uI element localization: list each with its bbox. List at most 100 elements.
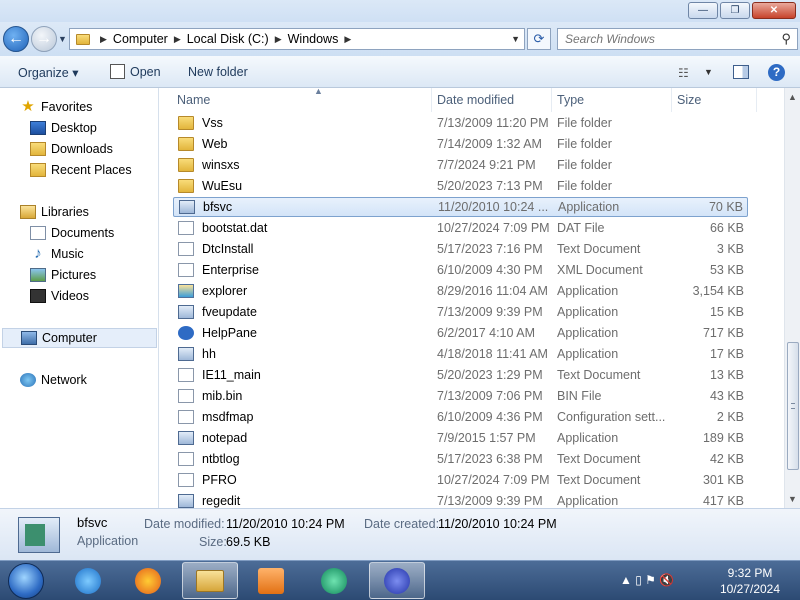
back-button[interactable]: ←	[3, 26, 29, 52]
breadcrumb-local-disk[interactable]: Local Disk (C:)	[187, 32, 269, 46]
clock[interactable]: 9:32 PM 10/27/2024	[710, 565, 790, 597]
file-type: File folder	[557, 137, 612, 151]
help-icon[interactable]: ?	[768, 64, 785, 81]
file-date-modified: 7/13/2009 7:06 PM	[437, 389, 543, 403]
search-box[interactable]: ⚲	[557, 28, 798, 50]
start-button[interactable]	[8, 563, 44, 599]
sidebar-item-libraries[interactable]: Libraries	[20, 202, 158, 222]
scroll-down-icon[interactable]: ▼	[788, 494, 797, 504]
taskbar-firefox[interactable]	[120, 562, 176, 599]
change-view-icon[interactable]: ☷	[678, 66, 689, 80]
sidebar-item-pictures[interactable]: Pictures	[30, 265, 158, 285]
file-row[interactable]: regedit 7/13/2009 9:39 PM Application 417 K…	[173, 491, 748, 508]
clock-time: 9:32 PM	[727, 566, 773, 580]
file-row[interactable]: PFRO 10/27/2024 7:09 PM Text Document 301 K…	[173, 470, 748, 490]
file-size: 189 KB	[702, 431, 744, 445]
file-date-modified: 6/10/2009 4:36 PM	[437, 410, 543, 424]
refresh-button[interactable]: ⟳	[527, 28, 551, 50]
file-row[interactable]: fveupdate 7/13/2009 9:39 PM Application 15 …	[173, 302, 748, 322]
breadcrumb-computer[interactable]: Computer	[113, 32, 168, 46]
view-options-dropdown[interactable]: ▼	[704, 67, 713, 77]
file-row[interactable]: hh 4/18/2018 11:41 AM Application 17 KB	[173, 344, 748, 364]
file-size: 417 KB	[702, 494, 744, 508]
file-type: Text Document	[557, 473, 641, 487]
sidebar-item-network[interactable]: Network	[20, 370, 158, 390]
minimize-button[interactable]: —	[688, 2, 718, 19]
file-size: 70 KB	[708, 200, 743, 214]
system-tray-icons[interactable]: ▲ ▯ ⚑ 🔇	[620, 573, 674, 587]
column-header-type[interactable]: Type	[557, 88, 672, 112]
file-row[interactable]: bfsvc 11/20/2010 10:24 ... Application 70 K…	[173, 197, 748, 217]
chevron-right-icon[interactable]: ▶	[174, 34, 181, 45]
forward-button[interactable]: →	[31, 26, 57, 52]
file-row[interactable]: WuEsu 5/20/2023 7:13 PM File folder	[173, 176, 748, 196]
address-dropdown-icon[interactable]: ▼	[511, 34, 520, 44]
document-icon	[178, 452, 194, 466]
file-row[interactable]: IE11_main 5/20/2023 1:29 PM Text Document 1…	[173, 365, 748, 385]
file-row[interactable]: ntbtlog 5/17/2023 6:38 PM Text Document 42 …	[173, 449, 748, 469]
search-icon[interactable]: ⚲	[781, 31, 791, 47]
application-icon	[178, 347, 194, 361]
maximize-button[interactable]: ❐	[720, 2, 750, 19]
file-row[interactable]: Vss 7/13/2009 11:20 PM File folder	[173, 113, 748, 133]
search-input[interactable]	[565, 29, 775, 49]
chevron-right-icon[interactable]: ▶	[100, 34, 107, 45]
explorer-icon	[178, 284, 194, 298]
taskbar-windows-explorer[interactable]	[182, 562, 238, 599]
help-icon	[178, 326, 194, 340]
document-icon	[178, 368, 194, 382]
file-row[interactable]: mib.bin 7/13/2009 7:06 PM BIN File 43 KB	[173, 386, 748, 406]
organize-button[interactable]: Organize ▾	[18, 65, 78, 80]
network-icon	[20, 373, 36, 387]
file-row[interactable]: notepad 7/9/2015 1:57 PM Application 189 KB	[173, 428, 748, 448]
sidebar-item-favorites[interactable]: ★ Favorites	[20, 97, 158, 117]
sidebar-item-videos[interactable]: Videos	[30, 286, 158, 306]
file-name: explorer	[202, 284, 248, 298]
new-folder-button[interactable]: New folder	[188, 65, 248, 79]
navigation-bar: ← → ▼ ▶ Computer ▶ Local Disk (C:) ▶ Win…	[0, 22, 800, 56]
open-button[interactable]: Open	[130, 65, 161, 79]
file-name: regedit	[202, 494, 241, 508]
file-row[interactable]: DtcInstall 5/17/2023 7:16 PM Text Document…	[173, 239, 748, 259]
column-header-name[interactable]: ▲ Name	[177, 88, 432, 112]
file-row[interactable]: bootstat.dat 10/27/2024 7:09 PM DAT File 66…	[173, 218, 748, 238]
file-row[interactable]: Web 7/14/2009 1:32 AM File folder	[173, 134, 748, 154]
taskbar-app-infinity[interactable]	[369, 562, 425, 599]
scroll-up-icon[interactable]: ▲	[788, 92, 797, 102]
sidebar-item-music[interactable]: ♪ Music	[30, 244, 158, 264]
sidebar-item-desktop[interactable]: Desktop	[30, 118, 158, 138]
scrollbar-thumb[interactable]	[787, 342, 799, 470]
file-row[interactable]: Enterprise 6/10/2009 4:30 PM XML Document 5…	[173, 260, 748, 280]
chevron-right-icon[interactable]: ▶	[275, 34, 282, 45]
column-header-date[interactable]: Date modified	[437, 88, 552, 112]
chevron-right-icon[interactable]: ▶	[344, 34, 351, 45]
taskbar-app-green[interactable]	[306, 562, 362, 599]
close-button[interactable]: ✕	[752, 2, 796, 19]
file-row[interactable]: explorer 8/29/2016 11:04 AM Application 3,1…	[173, 281, 748, 301]
address-bar[interactable]: ▶ Computer ▶ Local Disk (C:) ▶ Windows ▶…	[69, 28, 525, 50]
column-header-size[interactable]: Size	[677, 88, 757, 112]
breadcrumb-windows[interactable]: Windows	[288, 32, 339, 46]
file-row[interactable]: winsxs 7/7/2024 9:21 PM File folder	[173, 155, 748, 175]
sidebar-item-recent-places[interactable]: Recent Places	[30, 160, 158, 180]
sidebar-item-documents[interactable]: Documents	[30, 223, 158, 243]
computer-icon	[21, 331, 37, 345]
sidebar-item-label: Downloads	[51, 142, 113, 156]
taskbar-media-player[interactable]	[243, 562, 299, 599]
file-size: 42 KB	[709, 452, 744, 466]
file-date-modified: 7/13/2009 11:20 PM	[437, 116, 549, 130]
sidebar-item-downloads[interactable]: Downloads	[30, 139, 158, 159]
file-name: IE11_main	[202, 368, 261, 382]
file-row[interactable]: HelpPane 6/2/2017 4:10 AM Application 717 K…	[173, 323, 748, 343]
open-icon	[110, 64, 125, 79]
sidebar-item-computer[interactable]: Computer	[2, 328, 157, 348]
preview-pane-icon[interactable]	[733, 65, 749, 79]
file-row[interactable]: msdfmap 6/10/2009 4:36 PM Configuration se…	[173, 407, 748, 427]
taskbar-internet-explorer[interactable]	[60, 562, 116, 599]
file-type: Text Document	[557, 368, 641, 382]
file-name: Enterprise	[202, 263, 259, 277]
recent-pages-dropdown[interactable]: ▼	[58, 34, 67, 44]
file-date-modified: 7/7/2024 9:21 PM	[437, 158, 536, 172]
vertical-scrollbar[interactable]: ▲ ▼	[784, 88, 800, 508]
sort-ascending-icon: ▲	[314, 88, 323, 96]
